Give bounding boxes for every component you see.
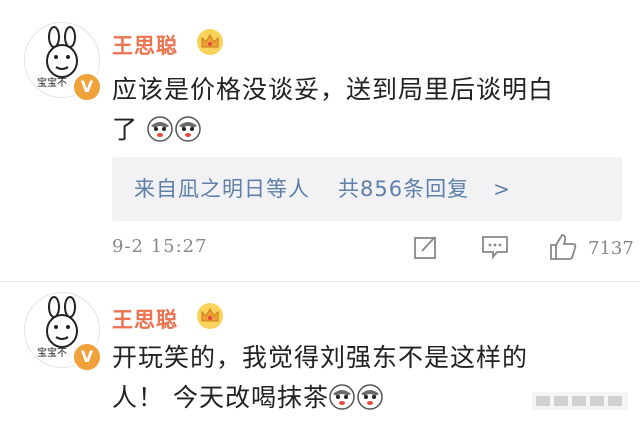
replies-box[interactable]: 来自凪之明日等人 共856条回复 > (112, 157, 622, 221)
comment-text-line: 应该是价格没谈妥，送到局里后谈明白 (112, 75, 555, 104)
husky-emoji-icon (357, 384, 383, 410)
like-icon[interactable] (548, 232, 578, 262)
crown-icon (197, 303, 223, 329)
replies-count[interactable]: 共856条回复 (338, 177, 469, 201)
like-count: 7137 (588, 238, 634, 259)
timestamp: 9-2 15:27 (112, 236, 208, 257)
edit-icon[interactable] (413, 234, 439, 260)
avatar-caption: 宝宝不 (37, 348, 67, 359)
comment-text-line: 了 (112, 115, 139, 144)
comment-text-line: 人！ 今天改喝抹茶 (112, 383, 329, 412)
username[interactable]: 王思聪 (112, 304, 178, 334)
verified-icon: V (72, 72, 102, 102)
avatar-caption: 宝宝不 (37, 78, 67, 89)
watermark (532, 392, 628, 410)
comment-item: 宝宝不 V 王思聪 应该是价格没谈妥，送到局里后谈明白 了 来自凪之明日等人 共8… (0, 0, 640, 282)
husky-emoji-icon (147, 116, 173, 142)
comment-text-line: 开玩笑的，我觉得刘强东不是这样的 (112, 343, 529, 372)
husky-emoji-icon (329, 384, 355, 410)
comment-text: 应该是价格没谈妥，送到局里后谈明白 了 (112, 70, 612, 150)
verified-icon: V (72, 342, 102, 372)
crown-icon (197, 29, 223, 55)
username[interactable]: 王思聪 (112, 30, 178, 60)
comment-icon[interactable] (481, 234, 509, 260)
replies-users[interactable]: 来自凪之明日等人 (134, 177, 310, 201)
husky-emoji-icon (175, 116, 201, 142)
chevron-right-icon[interactable]: > (493, 177, 511, 201)
